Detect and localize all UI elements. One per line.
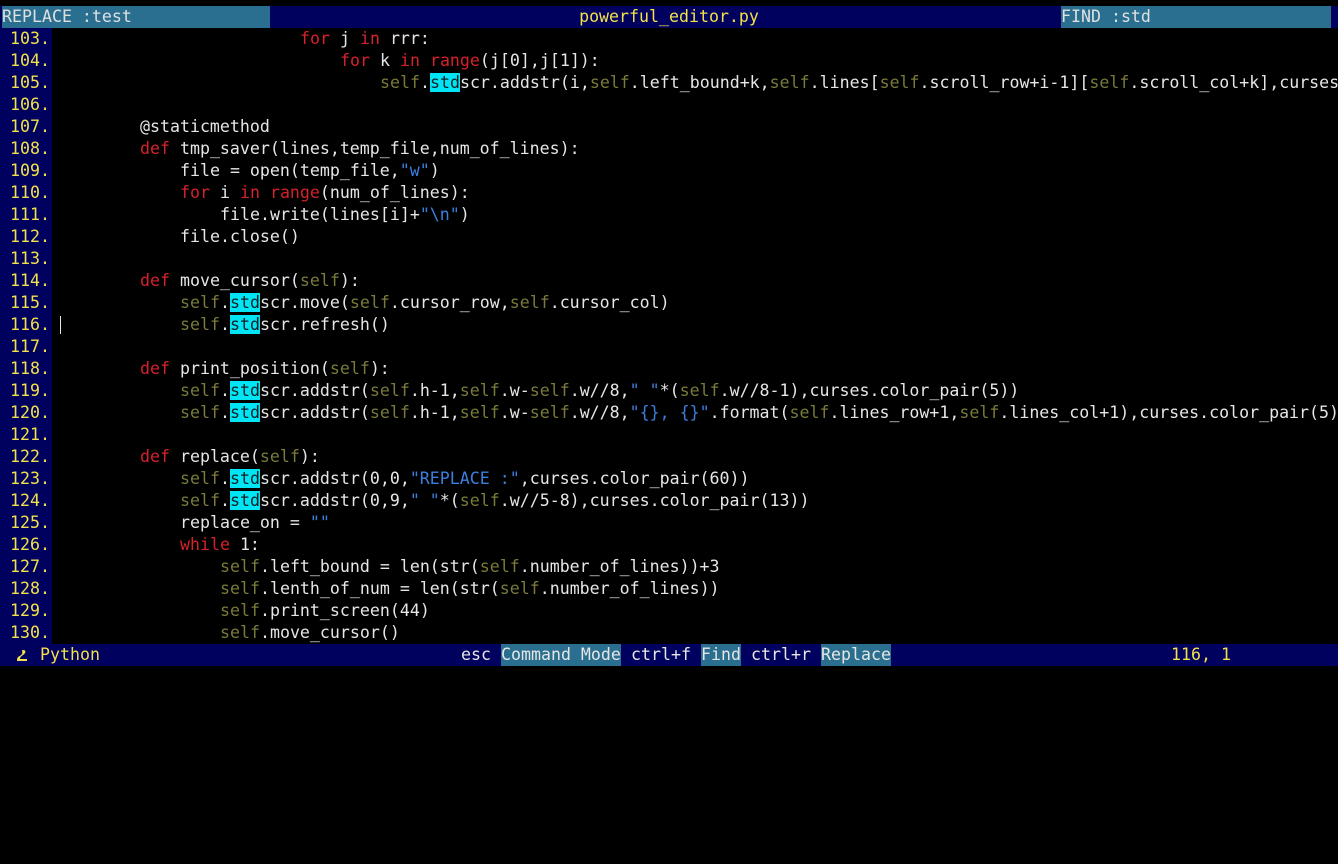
code-text: for k in range(j[0],j[1]): bbox=[340, 51, 600, 70]
code-line[interactable]: 130. self.move_cursor() bbox=[0, 622, 1338, 644]
code-line[interactable]: 121. bbox=[0, 424, 1338, 446]
code-text: def replace(self): bbox=[140, 447, 320, 466]
code-line[interactable]: 109. file = open(temp_file,"w") bbox=[0, 160, 1338, 182]
code-text: while 1: bbox=[180, 535, 260, 554]
code-text: @staticmethod bbox=[140, 117, 270, 136]
code-text: self.lenth_of_num = len(str(self.number_… bbox=[220, 579, 720, 598]
code-line[interactable]: 128. self.lenth_of_num = len(str(self.num… bbox=[0, 578, 1338, 600]
find-field[interactable]: FIND :std bbox=[1061, 6, 1331, 28]
code-line[interactable]: 119. self.stdscr.addstr(self.h-1,self.w-s… bbox=[0, 380, 1338, 402]
code-text: self.stdscr.refresh() bbox=[180, 315, 390, 334]
code-text: def tmp_saver(lines,temp_file,num_of_lin… bbox=[140, 139, 580, 158]
code-line[interactable]: 125. replace_on = "" bbox=[0, 512, 1338, 534]
line-number: 128. bbox=[0, 578, 52, 600]
code-line[interactable]: 106. bbox=[0, 94, 1338, 116]
code-line[interactable]: 112. file.close() bbox=[0, 226, 1338, 248]
line-number: 122. bbox=[0, 446, 52, 468]
code-text: self.stdscr.addstr(i,self.left_bound+k,s… bbox=[380, 73, 1338, 92]
code-line[interactable]: 127. self.left_bound = len(str(self.numbe… bbox=[0, 556, 1338, 578]
line-number: 113. bbox=[0, 248, 52, 270]
line-number: 118. bbox=[0, 358, 52, 380]
code-line[interactable]: 104. for k in range(j[0],j[1]): bbox=[0, 50, 1338, 72]
code-line[interactable]: 111. file.write(lines[i]+"\n") bbox=[0, 204, 1338, 226]
code-text: replace_on = "" bbox=[180, 513, 330, 532]
text-cursor bbox=[60, 316, 61, 334]
line-number: 114. bbox=[0, 270, 52, 292]
language-label: Python bbox=[40, 645, 100, 664]
code-text: self.stdscr.addstr(0,9," "*(self.w//5-8)… bbox=[180, 491, 810, 510]
code-line[interactable]: 126. while 1: bbox=[0, 534, 1338, 556]
find-button[interactable]: Find bbox=[701, 644, 741, 666]
cursor-position: 116, 1 bbox=[1171, 645, 1231, 664]
line-number: 116. bbox=[0, 314, 52, 336]
code-line[interactable]: 123. self.stdscr.addstr(0,0,"REPLACE :",c… bbox=[0, 468, 1338, 490]
line-number: 115. bbox=[0, 292, 52, 314]
code-line[interactable]: 118. def print_position(self): bbox=[0, 358, 1338, 380]
code-text: for j in rrr: bbox=[300, 29, 430, 48]
code-text: self.stdscr.addstr(0,0,"REPLACE :",curse… bbox=[180, 469, 750, 488]
line-number: 104. bbox=[0, 50, 52, 72]
line-number: 110. bbox=[0, 182, 52, 204]
line-number: 106. bbox=[0, 94, 52, 116]
line-number: 120. bbox=[0, 402, 52, 424]
replace-button[interactable]: Replace bbox=[821, 644, 891, 666]
line-number: 123. bbox=[0, 468, 52, 490]
code-line[interactable]: 129. self.print_screen(44) bbox=[0, 600, 1338, 622]
line-number: 125. bbox=[0, 512, 52, 534]
ctrl-r-key-hint: ctrl+r bbox=[751, 645, 811, 664]
line-number: 117. bbox=[0, 336, 52, 358]
esc-key-hint: esc bbox=[461, 645, 491, 664]
ctrl-f-key-hint: ctrl+f bbox=[631, 645, 691, 664]
line-number: 107. bbox=[0, 116, 52, 138]
code-text: self.stdscr.addstr(self.h-1,self.w-self.… bbox=[180, 381, 1020, 400]
code-line[interactable]: 115. self.stdscr.move(self.cursor_row,sel… bbox=[0, 292, 1338, 314]
line-number: 119. bbox=[0, 380, 52, 402]
command-mode-button[interactable]: Command Mode bbox=[501, 644, 621, 666]
status-bar: Python esc Command Mode ctrl+f Find ctrl… bbox=[0, 644, 1338, 666]
line-number: 130. bbox=[0, 622, 52, 644]
code-line[interactable]: 108. def tmp_saver(lines,temp_file,num_of… bbox=[0, 138, 1338, 160]
code-line[interactable]: 120. self.stdscr.addstr(self.h-1,self.w-s… bbox=[0, 402, 1338, 424]
line-number: 127. bbox=[0, 556, 52, 578]
code-text: self.left_bound = len(str(self.number_of… bbox=[220, 557, 720, 576]
line-number: 108. bbox=[0, 138, 52, 160]
code-text: file.close() bbox=[180, 227, 300, 246]
line-number: 112. bbox=[0, 226, 52, 248]
line-number: 121. bbox=[0, 424, 52, 446]
code-text: for i in range(num_of_lines): bbox=[180, 183, 470, 202]
line-number: 109. bbox=[0, 160, 52, 182]
code-line[interactable]: 113. bbox=[0, 248, 1338, 270]
line-number: 124. bbox=[0, 490, 52, 512]
code-line[interactable]: 110. for i in range(num_of_lines): bbox=[0, 182, 1338, 204]
code-text: self.move_cursor() bbox=[220, 623, 400, 642]
python-icon bbox=[14, 644, 30, 666]
code-text: file.write(lines[i]+"\n") bbox=[220, 205, 470, 224]
code-line[interactable]: 122. def replace(self): bbox=[0, 446, 1338, 468]
code-line[interactable]: 103. for j in rrr: bbox=[0, 28, 1338, 50]
code-line[interactable]: 116. self.stdscr.refresh() bbox=[0, 314, 1338, 336]
code-text: def move_cursor(self): bbox=[140, 271, 360, 290]
code-text: self.stdscr.move(self.cursor_row,self.cu… bbox=[180, 293, 670, 312]
code-line[interactable]: 107. @staticmethod bbox=[0, 116, 1338, 138]
code-line[interactable]: 124. self.stdscr.addstr(0,9," "*(self.w//… bbox=[0, 490, 1338, 512]
code-text: self.stdscr.addstr(self.h-1,self.w-self.… bbox=[180, 403, 1338, 422]
code-line[interactable]: 117. bbox=[0, 336, 1338, 358]
code-line[interactable]: 114. def move_cursor(self): bbox=[0, 270, 1338, 292]
line-number: 129. bbox=[0, 600, 52, 622]
line-number: 111. bbox=[0, 204, 52, 226]
code-text: self.print_screen(44) bbox=[220, 601, 430, 620]
line-number: 105. bbox=[0, 72, 52, 94]
top-bar: REPLACE :test powerful_editor.py FIND :s… bbox=[0, 6, 1338, 28]
code-editor[interactable]: 103. for j in rrr: 104. for k in range(j[0]… bbox=[0, 28, 1338, 644]
code-text: def print_position(self): bbox=[140, 359, 390, 378]
line-number: 126. bbox=[0, 534, 52, 556]
code-text: file = open(temp_file,"w") bbox=[180, 161, 440, 180]
code-line[interactable]: 105. self.stdscr.addstr(i,self.left_bound… bbox=[0, 72, 1338, 94]
line-number: 103. bbox=[0, 28, 52, 50]
